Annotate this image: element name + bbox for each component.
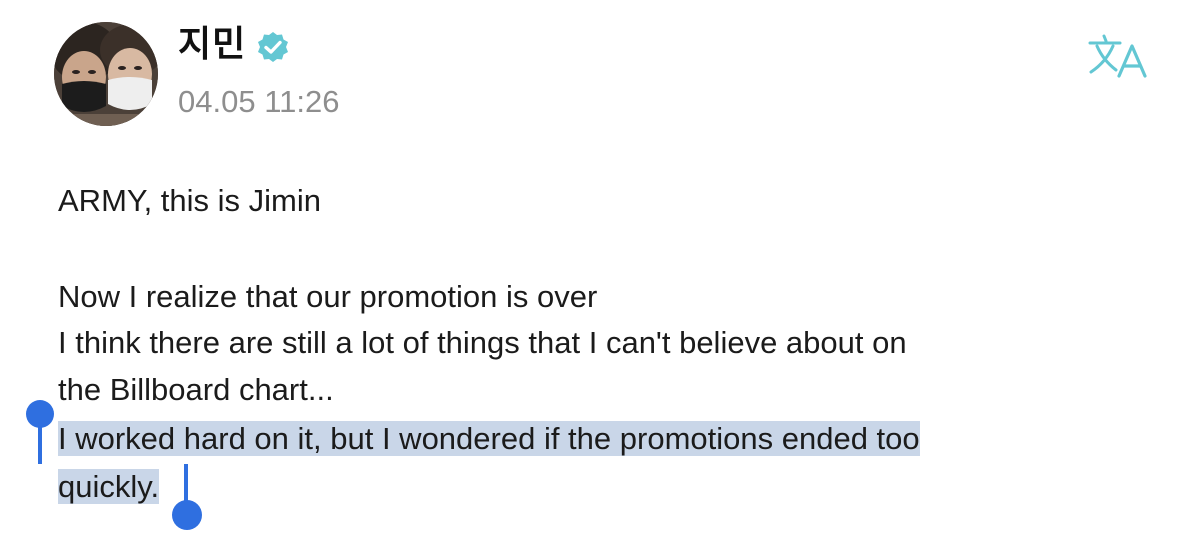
selection-start-handle[interactable] xyxy=(26,400,54,428)
post-card: 지민 04.05 11:26 ARMY, this is Jimin Now I… xyxy=(0,0,1200,552)
post-timestamp: 04.05 11:26 xyxy=(178,84,340,119)
selected-text-line[interactable]: I worked hard on it, but I wondered if t… xyxy=(58,416,920,462)
profile-photo-icon xyxy=(54,22,158,126)
post-text-line: I think there are still a lot of things … xyxy=(58,325,907,360)
selection-highlight: I worked hard on it, but I wondered if t… xyxy=(58,421,920,456)
selection-end-handle[interactable] xyxy=(172,500,202,530)
selection-highlight: quickly. xyxy=(58,469,160,504)
translate-icon[interactable] xyxy=(1086,30,1152,80)
post-text-line: the Billboard chart... xyxy=(58,372,334,407)
avatar[interactable] xyxy=(54,22,158,126)
selected-text-line[interactable]: quickly. xyxy=(58,464,160,510)
post-text-line: Now I realize that our promotion is over xyxy=(58,279,598,314)
verified-badge-icon xyxy=(258,32,288,62)
author-name[interactable]: 지민 xyxy=(178,22,246,66)
post-text-line: ARMY, this is Jimin xyxy=(58,183,321,218)
